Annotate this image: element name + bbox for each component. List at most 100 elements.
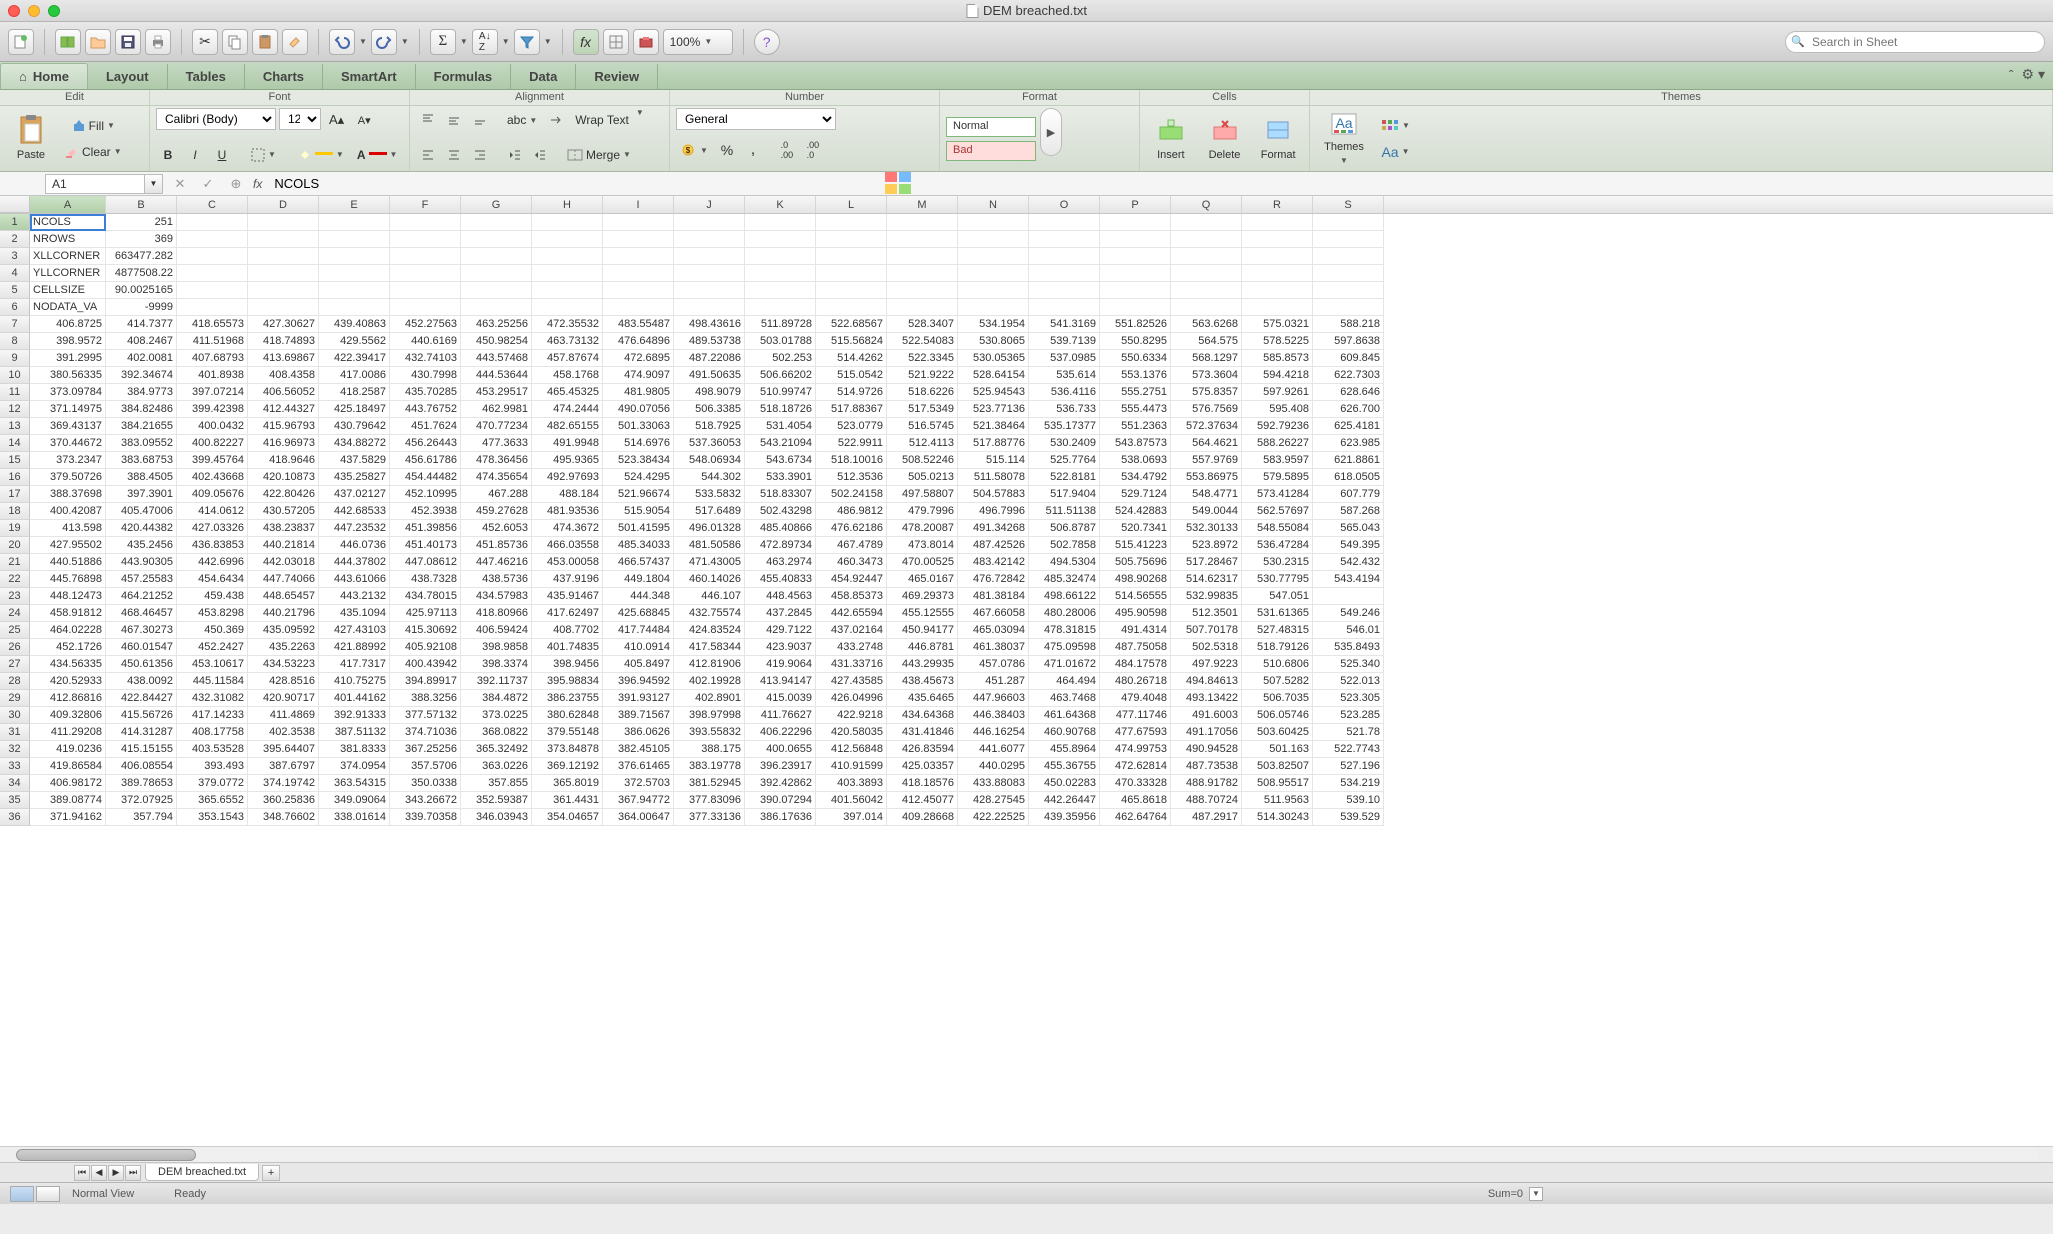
cell[interactable]: 455.12555 — [887, 605, 958, 622]
cell[interactable]: 419.0236 — [30, 741, 106, 758]
cell[interactable] — [461, 282, 532, 299]
cell[interactable]: 463.73132 — [532, 333, 603, 350]
cell[interactable]: 514.30243 — [1242, 809, 1313, 826]
borders-button[interactable]: ▼ — [246, 143, 281, 167]
cell[interactable]: 479.7996 — [887, 503, 958, 520]
cell[interactable]: 367.25256 — [390, 741, 461, 758]
cell[interactable]: 390.07294 — [745, 792, 816, 809]
cell[interactable]: 497.58807 — [887, 486, 958, 503]
row-header[interactable]: 9 — [0, 350, 30, 367]
cell[interactable]: 531.4054 — [745, 418, 816, 435]
cell[interactable]: YLLCORNER — [30, 265, 106, 282]
cell[interactable] — [1242, 265, 1313, 282]
row-header[interactable]: 14 — [0, 435, 30, 452]
filter-button[interactable] — [514, 29, 540, 55]
align-bottom-button[interactable] — [468, 108, 492, 132]
cell[interactable]: 492.97693 — [532, 469, 603, 486]
paste-button[interactable] — [252, 29, 278, 55]
cell[interactable]: 339.70358 — [390, 809, 461, 826]
copy-button[interactable] — [222, 29, 248, 55]
cell[interactable] — [1029, 282, 1100, 299]
column-header[interactable]: B — [106, 196, 177, 213]
cell[interactable]: 524.4295 — [603, 469, 674, 486]
cell[interactable]: 435.2263 — [248, 639, 319, 656]
cell[interactable] — [1242, 214, 1313, 231]
cell[interactable]: 463.2974 — [745, 554, 816, 571]
cell[interactable]: 474.9097 — [603, 367, 674, 384]
cell[interactable]: 411.29208 — [30, 724, 106, 741]
cell[interactable]: 431.41846 — [887, 724, 958, 741]
cell[interactable]: 534.1954 — [958, 316, 1029, 333]
cell[interactable]: 459.27628 — [461, 503, 532, 520]
row-header[interactable]: 17 — [0, 486, 30, 503]
cell[interactable]: 410.91599 — [816, 758, 887, 775]
cell[interactable]: 434.56335 — [30, 656, 106, 673]
cell[interactable]: 384.4872 — [461, 690, 532, 707]
cell[interactable]: 535.614 — [1029, 367, 1100, 384]
cell[interactable]: 464.494 — [1029, 673, 1100, 690]
row-header[interactable]: 35 — [0, 792, 30, 809]
cell[interactable]: 572.37634 — [1171, 418, 1242, 435]
cell[interactable]: 514.62317 — [1171, 571, 1242, 588]
cell[interactable]: 420.52933 — [30, 673, 106, 690]
row-header[interactable]: 23 — [0, 588, 30, 605]
zoom-select[interactable]: 100%▼ — [663, 29, 733, 55]
cell[interactable]: 430.57205 — [248, 503, 319, 520]
cell[interactable]: 400.43942 — [390, 656, 461, 673]
cell[interactable]: 447.74066 — [248, 571, 319, 588]
cell[interactable] — [674, 299, 745, 316]
cell[interactable] — [532, 282, 603, 299]
cell[interactable]: 405.47006 — [106, 503, 177, 520]
cell[interactable]: 408.4358 — [248, 367, 319, 384]
cell[interactable]: 494.84613 — [1171, 673, 1242, 690]
cell[interactable]: 508.95517 — [1242, 775, 1313, 792]
cell[interactable]: 472.35532 — [532, 316, 603, 333]
cell[interactable]: -9999 — [106, 299, 177, 316]
cell[interactable]: 421.88992 — [319, 639, 390, 656]
cell[interactable] — [319, 265, 390, 282]
cell[interactable]: 523.285 — [1313, 707, 1384, 724]
cell[interactable]: 417.0086 — [319, 367, 390, 384]
cell[interactable]: 502.7858 — [1029, 537, 1100, 554]
cell[interactable]: 365.8019 — [532, 775, 603, 792]
cell[interactable]: 564.575 — [1171, 333, 1242, 350]
cell[interactable]: 463.25256 — [461, 316, 532, 333]
cell[interactable] — [674, 248, 745, 265]
cell[interactable] — [603, 231, 674, 248]
cell[interactable]: 467.30273 — [106, 622, 177, 639]
cell[interactable]: 398.3374 — [461, 656, 532, 673]
cell[interactable]: 502.24158 — [816, 486, 887, 503]
row-header[interactable]: 12 — [0, 401, 30, 418]
cell[interactable] — [603, 282, 674, 299]
cell[interactable]: 533.5832 — [674, 486, 745, 503]
cell[interactable]: 463.7468 — [1029, 690, 1100, 707]
cell[interactable]: 413.94147 — [745, 673, 816, 690]
cell[interactable]: 425.18497 — [319, 401, 390, 418]
cell[interactable]: 521.38464 — [958, 418, 1029, 435]
cell[interactable]: 398.9456 — [532, 656, 603, 673]
cell[interactable]: 406.98172 — [30, 775, 106, 792]
tab-charts[interactable]: Charts — [245, 64, 323, 89]
column-header[interactable]: I — [603, 196, 674, 213]
cell[interactable]: 543.4194 — [1313, 571, 1384, 588]
cell[interactable]: 412.81906 — [674, 656, 745, 673]
cell[interactable]: 429.7122 — [745, 622, 816, 639]
cell[interactable]: 467.288 — [461, 486, 532, 503]
cell[interactable]: 555.4473 — [1100, 401, 1171, 418]
cell[interactable]: 420.44382 — [106, 520, 177, 537]
cell[interactable]: 518.10016 — [816, 452, 887, 469]
cell[interactable]: 491.17056 — [1171, 724, 1242, 741]
cell[interactable] — [1100, 282, 1171, 299]
cell[interactable]: 512.3501 — [1171, 605, 1242, 622]
cell[interactable]: 413.69867 — [248, 350, 319, 367]
cell[interactable]: 409.32806 — [30, 707, 106, 724]
cell[interactable]: 384.9773 — [106, 384, 177, 401]
cell[interactable]: 381.52945 — [674, 775, 745, 792]
row-header[interactable]: 18 — [0, 503, 30, 520]
cell[interactable]: 444.37802 — [319, 554, 390, 571]
cell[interactable]: 425.03357 — [887, 758, 958, 775]
column-header[interactable]: J — [674, 196, 745, 213]
align-top-button[interactable] — [416, 108, 440, 132]
cell[interactable]: 531.61365 — [1242, 605, 1313, 622]
cell[interactable]: 413.598 — [30, 520, 106, 537]
